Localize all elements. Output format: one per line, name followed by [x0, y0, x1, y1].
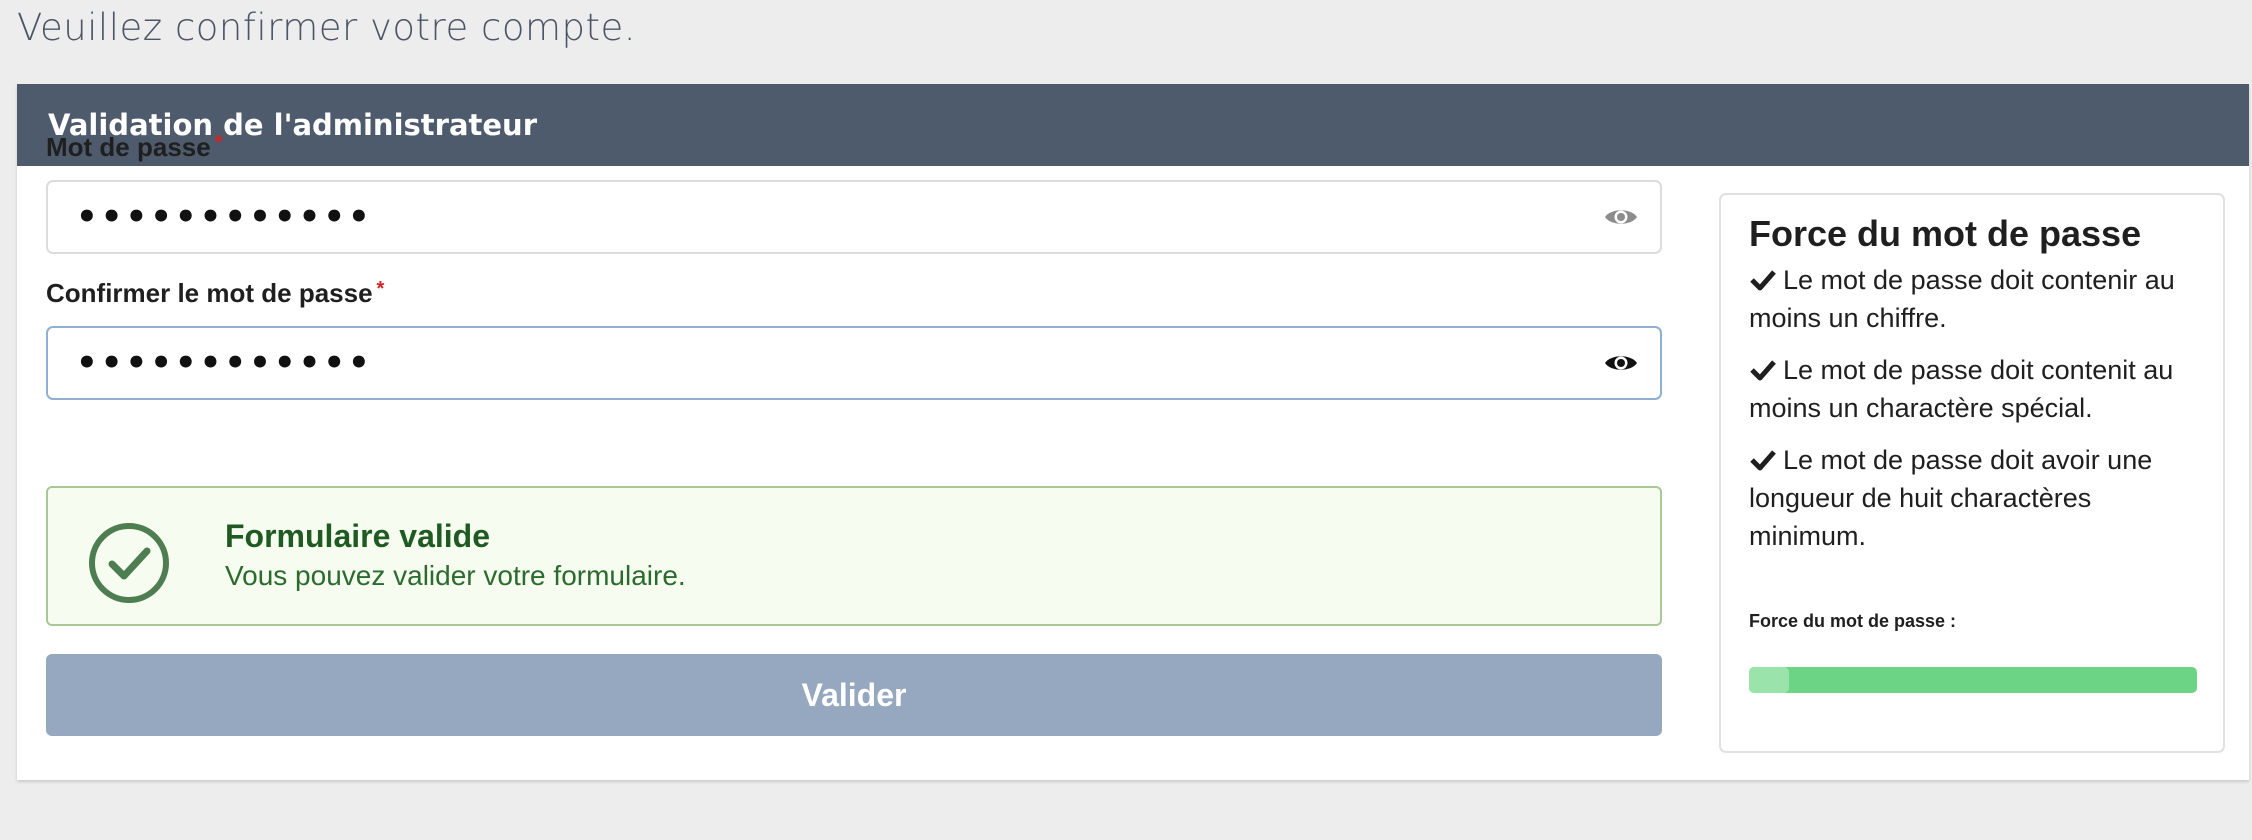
required-mark: * — [376, 278, 385, 300]
password-strength-panel: Force du mot de passe Le mot de passe do… — [1719, 193, 2225, 753]
strength-rule: Le mot de passe doit avoir une longueur … — [1749, 441, 2209, 555]
success-alert: Formulaire valide Vous pouvez valider vo… — [46, 486, 1662, 626]
eye-icon[interactable] — [1604, 352, 1638, 374]
strength-rule: Le mot de passe doit contenit au moins u… — [1749, 351, 2209, 427]
confirm-password-label: Confirmer le mot de passe * — [46, 278, 384, 309]
rule-text: Le mot de passe doit contenit au moins u… — [1749, 355, 2174, 423]
rule-text: Le mot de passe doit contenir au moins u… — [1749, 265, 2175, 333]
alert-title: Formulaire valide — [225, 518, 490, 554]
validation-card: Validation de l'administrateur Mot de pa… — [17, 84, 2249, 780]
rule-text: Le mot de passe doit avoir une longueur … — [1749, 445, 2153, 551]
confirm-label-text: Confirmer le mot de passe — [46, 278, 373, 308]
strength-meter — [1749, 667, 2197, 693]
confirm-password-value: •••••••••••• — [76, 343, 373, 383]
confirm-password-input[interactable]: •••••••••••• — [46, 326, 1662, 400]
submit-button[interactable]: Valider — [46, 654, 1662, 736]
checkmark-icon — [1750, 360, 1776, 381]
page-title: Veuillez confirmer votre compte. — [17, 6, 637, 49]
checkmark-icon — [1750, 450, 1776, 471]
password-label-text: Mot de passe — [46, 132, 211, 162]
password-input[interactable]: •••••••••••• — [46, 180, 1662, 254]
password-value: •••••••••••• — [76, 197, 373, 237]
strength-title: Force du mot de passe — [1749, 213, 2142, 254]
required-mark: * — [214, 132, 223, 154]
strength-meter-label: Force du mot de passe : — [1749, 611, 1957, 631]
password-label: Mot de passe * — [46, 132, 223, 163]
check-circle-icon — [89, 523, 169, 603]
card-header: Validation de l'administrateur — [17, 84, 2249, 166]
strength-rule: Le mot de passe doit contenir au moins u… — [1749, 261, 2209, 337]
checkmark-icon — [1750, 270, 1776, 291]
strength-meter-fill — [1749, 667, 1790, 693]
eye-icon[interactable] — [1604, 206, 1638, 228]
alert-text: Vous pouvez valider votre formulaire. — [225, 560, 686, 591]
